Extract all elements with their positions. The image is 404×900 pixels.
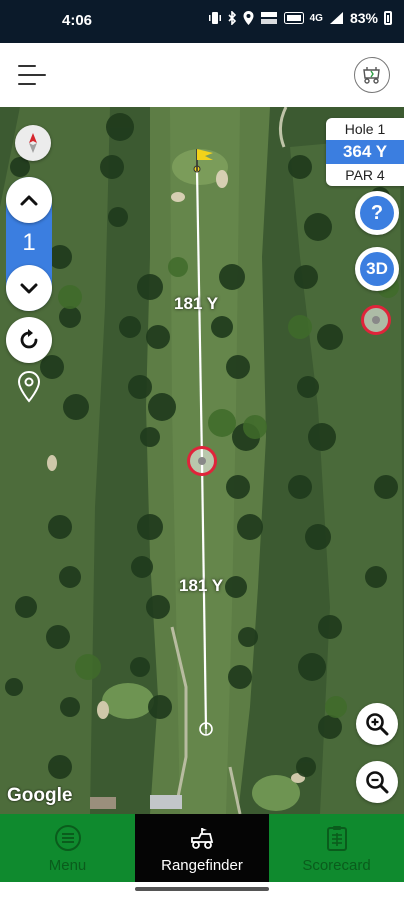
next-hole-button[interactable] (6, 177, 52, 223)
compass-icon[interactable] (15, 125, 51, 161)
status-icons: 4G 83% (208, 10, 392, 26)
hole-info-card: Hole 1 364 Y PAR 4 (326, 118, 404, 186)
chevron-down-icon (20, 283, 38, 294)
status-time: 4:06 (62, 12, 93, 29)
zoom-out-icon (366, 771, 389, 794)
map-attribution: Google (7, 785, 73, 806)
zoom-out-button[interactable] (356, 761, 398, 803)
status-bar: 4:06 4G 83% (0, 0, 404, 43)
menu-circle-icon (54, 824, 81, 851)
hamburger-icon[interactable] (18, 63, 46, 87)
battery-icon (384, 11, 392, 25)
signal-icon (329, 12, 343, 24)
distance-from-tee-label: 181 Y (179, 576, 224, 595)
golf-app-logo[interactable] (354, 57, 390, 93)
player-position-marker[interactable] (361, 305, 391, 335)
course-map[interactable]: 1 Hole 1 364 Y PAR 4 ? 3D 181 Y 181 Y Go… (0, 107, 404, 814)
golf-cart-icon (191, 827, 214, 849)
par-label: PAR 4 (345, 167, 385, 183)
location-icon (243, 11, 254, 25)
volte-icon (283, 12, 304, 24)
nav-rangefinder[interactable]: Rangefinder (135, 814, 269, 882)
bottom-nav: Menu Rangefinder Scorecard (0, 814, 404, 882)
hole-number: 1 (22, 229, 36, 256)
3d-label: 3D (360, 252, 394, 286)
hole-label: Hole 1 (344, 121, 386, 137)
refresh-icon (20, 329, 38, 349)
golf-cart-logo-icon (363, 67, 380, 84)
network-type: 4G (309, 12, 323, 24)
map-pin-icon[interactable] (16, 370, 42, 404)
3d-view-button[interactable]: 3D (355, 247, 399, 291)
chevron-up-icon (20, 195, 38, 206)
hole-yardage: 364 Y (326, 140, 404, 164)
previous-hole-button[interactable] (6, 265, 52, 311)
bluetooth-icon (228, 11, 236, 25)
zoom-in-button[interactable] (356, 703, 398, 745)
battery-percent: 83% (349, 10, 378, 26)
clipboard-icon (326, 825, 347, 851)
nav-rangefinder-label: Rangefinder (161, 856, 243, 874)
help-button[interactable]: ? (355, 191, 399, 235)
flag-icon (196, 149, 213, 171)
nav-menu[interactable]: Menu (0, 814, 135, 882)
nav-scorecard-label: Scorecard (302, 856, 371, 874)
nav-scorecard[interactable]: Scorecard (269, 814, 404, 882)
data-speed-icon (260, 12, 277, 24)
reset-view-button[interactable] (6, 317, 52, 363)
help-icon: ? (360, 196, 394, 230)
gesture-area (0, 882, 404, 900)
zoom-in-icon (366, 713, 389, 736)
gesture-bar[interactable] (135, 887, 269, 891)
target-marker[interactable] (187, 446, 217, 476)
nav-menu-label: Menu (48, 856, 87, 874)
vibrate-icon (208, 12, 221, 24)
app-header (0, 43, 404, 107)
distance-to-pin-label: 181 Y (174, 294, 219, 313)
